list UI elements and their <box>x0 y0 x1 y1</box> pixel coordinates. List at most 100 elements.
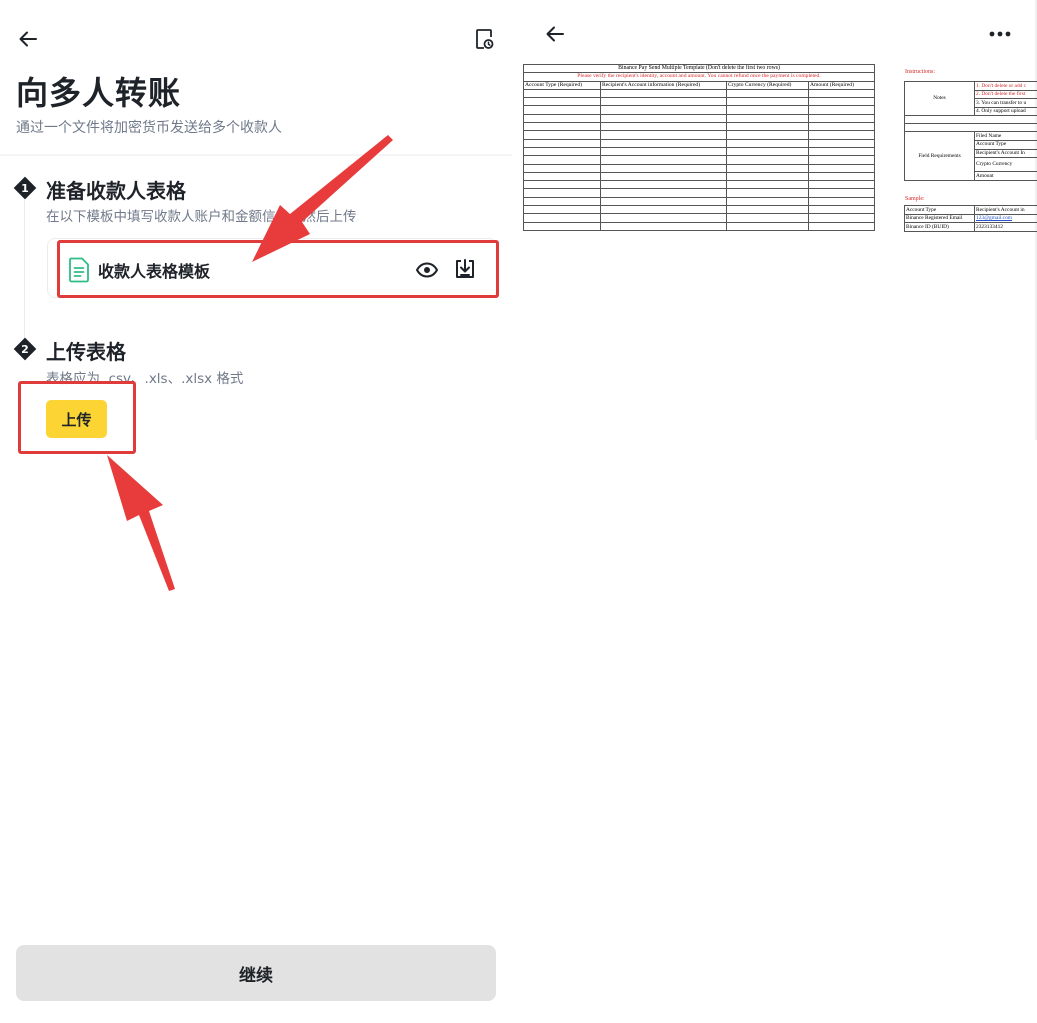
column-header: Account Type (Required) <box>523 80 601 90</box>
template-empty-cell <box>523 105 601 115</box>
template-empty-cell <box>523 188 601 198</box>
template-empty-row <box>523 113 876 124</box>
section-divider <box>0 154 512 156</box>
step-2-description: 表格应为 .csv、.xls、.xlsx 格式 <box>46 371 244 387</box>
template-empty-cell <box>726 221 809 231</box>
spreadsheet-preview[interactable]: Binance Pay Send Multiple Template (Don'… <box>523 64 1037 234</box>
download-icon[interactable] <box>453 257 477 281</box>
continue-button[interactable]: 继续 <box>16 945 496 1001</box>
notes-label: Notes <box>904 80 975 117</box>
template-empty-cell <box>726 163 809 173</box>
template-empty-cell <box>600 88 727 99</box>
column-header: Crypto Currency (Required) <box>726 80 809 90</box>
template-empty-cell <box>523 221 601 231</box>
template-empty-cell <box>726 138 809 148</box>
step-1-marker: 1 <box>12 175 38 201</box>
template-empty-row <box>523 138 876 148</box>
sample-cell: 2323133412 <box>974 222 1037 232</box>
field-item: Amount <box>974 171 1037 181</box>
template-empty-row <box>523 180 876 190</box>
back-arrow-icon[interactable] <box>16 27 40 51</box>
sample-email-link[interactable]: 123@gmail.com <box>974 213 1037 224</box>
template-empty-cell <box>600 196 727 207</box>
template-empty-row <box>523 196 876 207</box>
template-empty-cell <box>807 180 876 190</box>
template-empty-cell <box>600 171 727 182</box>
template-title-cell: Binance Pay Send Multiple Template (Don'… <box>523 64 876 74</box>
template-empty-cell <box>726 196 809 207</box>
template-empty-row <box>523 213 876 223</box>
sample-header-cell: Account Type <box>904 205 975 215</box>
field-item: Recipient's Account In <box>974 148 1037 159</box>
template-empty-cell <box>807 155 876 165</box>
sample-label: Sample: <box>905 196 925 202</box>
template-empty-cell <box>523 130 601 140</box>
page-subtitle: 通过一个文件将加密货币发送给多个收款人 <box>16 120 282 136</box>
eye-icon[interactable] <box>415 258 439 282</box>
template-empty-cell <box>807 113 876 124</box>
template-empty-cell <box>523 122 601 132</box>
upload-button[interactable]: 上传 <box>46 400 107 438</box>
template-empty-cell <box>807 105 876 115</box>
template-empty-row <box>523 163 876 173</box>
step-2-title: 上传表格 <box>46 340 126 364</box>
right-screen-preview: Binance Pay Send Multiple Template (Don'… <box>512 0 1037 1023</box>
more-icon[interactable] <box>986 24 1014 44</box>
template-empty-cell <box>807 221 876 231</box>
svg-text:1: 1 <box>21 182 29 195</box>
template-empty-cell <box>600 213 727 223</box>
annotation-arrow-bottom <box>107 455 175 591</box>
template-card[interactable]: 收款人表格模板 <box>47 238 497 298</box>
column-header: Amount (Required) <box>807 80 876 90</box>
template-empty-cell <box>726 171 809 182</box>
empty-rows <box>523 88 876 231</box>
sample-table: Account Type Recipient's Account in Bina… <box>904 205 1037 232</box>
sample-cell: Binance Registered Email <box>904 213 975 224</box>
template-empty-cell <box>523 180 601 190</box>
template-empty-cell <box>600 180 727 190</box>
template-empty-cell <box>523 163 601 173</box>
template-empty-cell <box>523 88 601 99</box>
blank-row <box>904 115 1037 125</box>
template-empty-cell <box>523 205 601 215</box>
template-empty-row <box>523 188 876 198</box>
template-empty-cell <box>600 97 727 107</box>
template-empty-cell <box>807 171 876 182</box>
template-empty-cell <box>600 146 727 157</box>
history-icon[interactable] <box>472 27 496 51</box>
template-empty-cell <box>523 138 601 148</box>
template-empty-cell <box>807 163 876 173</box>
page-title: 向多人转账 <box>16 74 182 112</box>
template-empty-cell <box>600 138 727 148</box>
template-empty-cell <box>726 122 809 132</box>
field-item: Filed Name <box>974 131 1037 141</box>
template-empty-cell <box>726 88 809 99</box>
field-requirements-label: Field Requirements <box>904 131 975 181</box>
step-1-title: 准备收款人表格 <box>46 179 186 203</box>
template-empty-cell <box>726 213 809 223</box>
template-empty-row <box>523 105 876 115</box>
template-empty-cell <box>600 105 727 115</box>
note-item: 4. Only support upload <box>974 106 1037 117</box>
note-item: 1. Don't delete or add c <box>974 81 1037 91</box>
send-template-table: Binance Pay Send Multiple Template (Don'… <box>523 64 876 231</box>
template-empty-cell <box>726 97 809 107</box>
template-empty-cell <box>600 130 727 140</box>
blank-row <box>904 123 1037 133</box>
template-empty-cell <box>807 146 876 157</box>
template-empty-row <box>523 155 876 165</box>
back-arrow-icon[interactable] <box>543 22 567 46</box>
template-empty-cell <box>523 146 601 157</box>
sample-header-cell: Recipient's Account in <box>974 205 1037 215</box>
template-empty-cell <box>807 205 876 215</box>
step-2-marker: 2 <box>12 336 38 362</box>
svg-text:2: 2 <box>21 343 29 356</box>
template-empty-cell <box>523 113 601 124</box>
template-empty-cell <box>807 196 876 207</box>
field-item: Account Type <box>974 139 1037 150</box>
field-item: Crypto Currency <box>974 157 1037 173</box>
template-empty-row <box>523 122 876 132</box>
template-empty-cell <box>523 171 601 182</box>
template-empty-cell <box>600 163 727 173</box>
template-empty-cell <box>600 122 727 132</box>
